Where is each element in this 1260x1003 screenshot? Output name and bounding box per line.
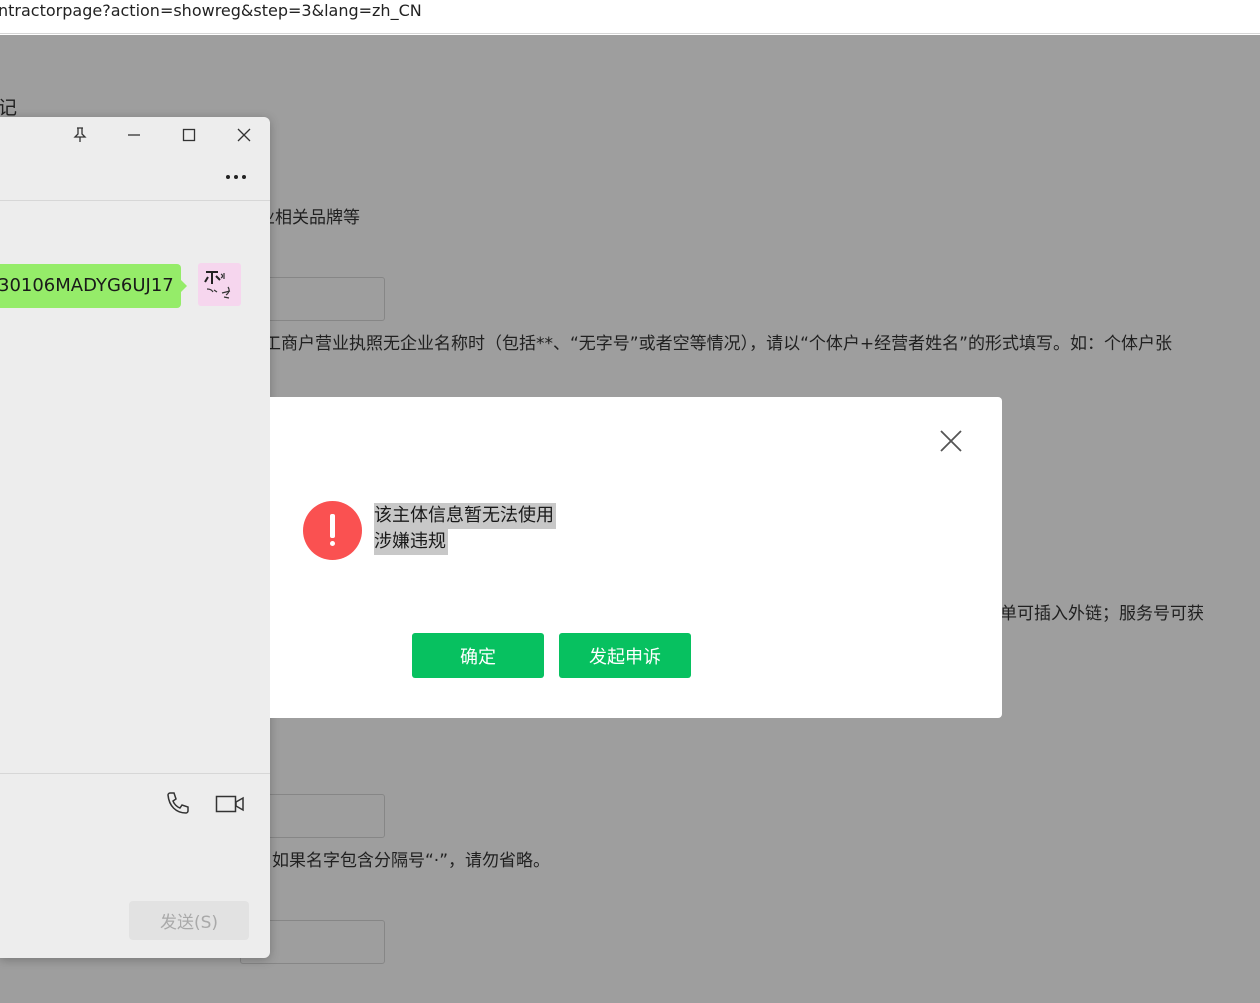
pin-icon[interactable]	[65, 123, 95, 147]
voice-call-icon[interactable]	[164, 790, 192, 822]
chat-input-divider	[0, 773, 270, 774]
dialog-message-title: 该主体信息暂无法使用	[374, 503, 556, 529]
confirm-button[interactable]: 确定	[412, 633, 544, 678]
chat-header-divider	[0, 200, 270, 201]
url-text: ntractorpage?action=showreg&step=3&lang=…	[0, 1, 422, 20]
maximize-icon[interactable]	[174, 123, 204, 147]
chat-message-bubble[interactable]: 30106MADYG6UJ17	[0, 264, 181, 308]
close-icon[interactable]	[938, 428, 964, 454]
dialog-message-reason: 涉嫌违规	[374, 529, 448, 555]
minimize-icon[interactable]	[119, 123, 149, 147]
warning-icon	[303, 501, 362, 560]
video-call-icon[interactable]	[215, 794, 245, 818]
appeal-button[interactable]: 发起申诉	[559, 633, 691, 678]
more-options-icon[interactable]	[224, 164, 248, 183]
close-window-icon[interactable]	[229, 123, 259, 147]
send-button[interactable]: 发送(S)	[129, 901, 249, 940]
bubble-tail	[181, 280, 187, 292]
chat-window: 30106MADYG6UJ17 发送(S)	[0, 117, 270, 958]
address-bar[interactable]: ntractorpage?action=showreg&step=3&lang=…	[0, 0, 1260, 34]
chat-message-text: 30106MADYG6UJ17	[0, 275, 174, 296]
avatar[interactable]	[198, 263, 241, 306]
error-dialog: 该主体信息暂无法使用 涉嫌违规 确定 发起申诉	[270, 397, 1002, 718]
